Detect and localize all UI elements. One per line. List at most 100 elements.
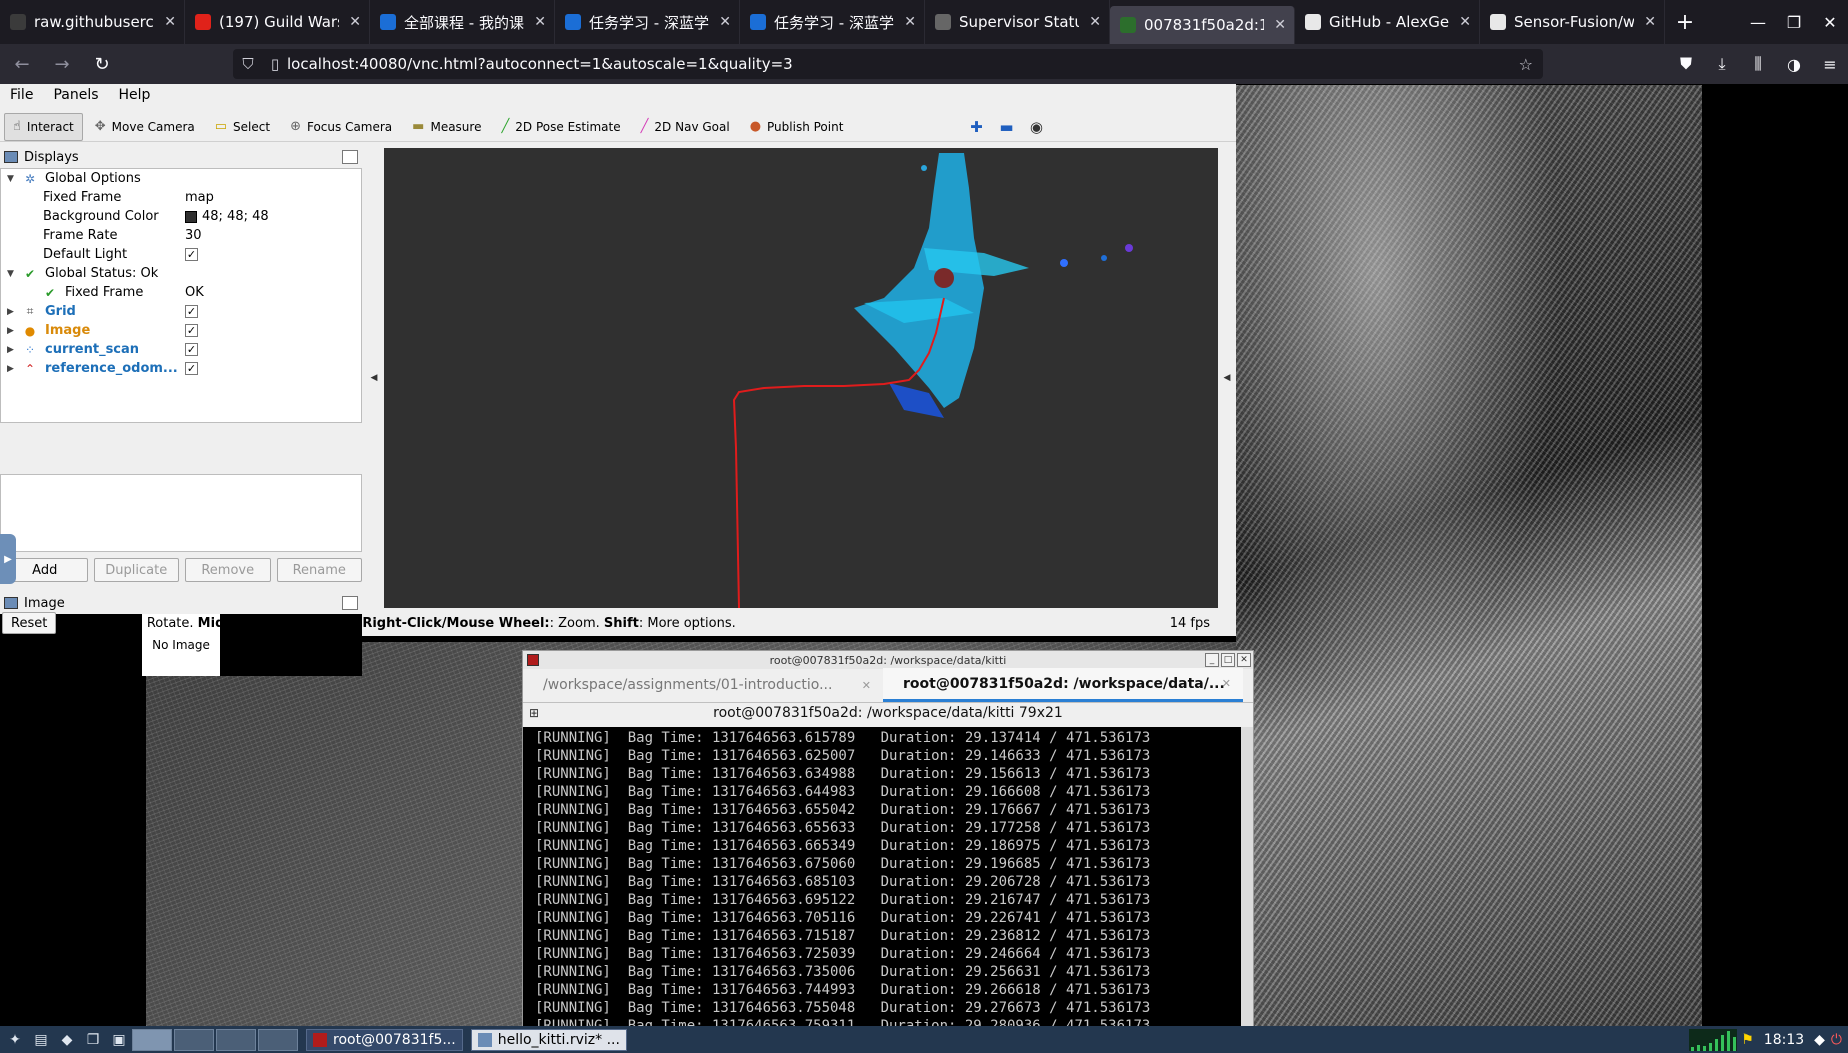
remove-tool-icon[interactable]: ▬ — [991, 118, 1021, 136]
pocket-icon[interactable]: ⛊ — [1668, 54, 1704, 74]
tab-close-icon[interactable]: ✕ — [349, 14, 361, 30]
tree-fixed-frame[interactable]: Fixed Frame map — [1, 188, 361, 207]
minimize-icon[interactable]: — — [1740, 0, 1776, 44]
taskbar-task[interactable]: hello_kitti.rviz* ... — [470, 1028, 627, 1051]
tree-status-fixed-frame[interactable]: ✔ Fixed Frame OK — [1, 283, 361, 302]
terminal-tab[interactable]: /workspace/assignments/01-introductio...… — [523, 668, 883, 702]
reset-button[interactable]: Reset — [2, 612, 57, 634]
restore-icon[interactable]: ❐ — [1776, 0, 1812, 44]
workspace-2[interactable] — [174, 1028, 214, 1051]
frame-rate-value[interactable]: 30 — [185, 228, 202, 243]
side-panel-handle[interactable]: ▶ — [0, 534, 16, 584]
tab-close-icon[interactable]: ✕ — [1089, 14, 1101, 30]
page-icon[interactable]: ▯ — [263, 55, 287, 73]
3d-viewport[interactable] — [384, 148, 1218, 608]
browser-tab[interactable]: (197) Guild Wars 2 | ✕ — [185, 0, 370, 44]
terminal-launcher-icon[interactable]: ▤ — [30, 1030, 52, 1050]
default-light-checkbox[interactable]: ✓ — [185, 248, 198, 261]
tree-default-light[interactable]: Default Light ✓ — [1, 245, 361, 264]
workspace-1[interactable] — [132, 1028, 172, 1051]
add-tool-icon[interactable]: ✚ — [961, 118, 991, 136]
tool-button[interactable]: ╱ 2D Nav Goal — [633, 113, 738, 141]
split-view-icon[interactable]: ⊞ — [529, 706, 539, 720]
workspace-3[interactable] — [216, 1028, 256, 1051]
tab-close-icon[interactable]: ✕ — [164, 14, 176, 30]
browser-tab[interactable]: 007831f50a2d:1 - n ✕ — [1110, 6, 1295, 44]
library-icon[interactable]: ⫼ — [1740, 54, 1776, 74]
tree-frame-rate[interactable]: Frame Rate 30 — [1, 226, 361, 245]
url-text[interactable]: localhost:40080/vnc.html?autoconnect=1&a… — [287, 55, 793, 73]
view-eye-icon[interactable]: ◉ — [1021, 118, 1051, 136]
start-menu-icon[interactable]: ✦ — [4, 1030, 26, 1050]
browser-tab[interactable]: 任务学习 - 深蓝学院 ✕ — [740, 0, 925, 44]
tab-close-icon[interactable]: ✕ — [862, 679, 871, 692]
grid-checkbox[interactable]: ✓ — [185, 305, 198, 318]
workspace-4[interactable] — [258, 1028, 298, 1051]
flag-icon[interactable]: ⚑ — [1741, 1032, 1754, 1048]
tool-button[interactable]: ▭ Select — [207, 113, 278, 141]
terminal-output[interactable]: [RUNNING] Bag Time: 1317646563.615789 Du… — [523, 727, 1243, 1027]
files-launcher-icon[interactable]: ◆ — [56, 1030, 78, 1050]
tool-button[interactable]: ✥ Move Camera — [87, 113, 203, 141]
collapse-left-icon[interactable]: ◀ — [364, 148, 384, 608]
downloads-icon[interactable]: ⤓ — [1704, 54, 1740, 74]
expand-icon[interactable]: ▼ — [7, 174, 17, 184]
tab-close-icon[interactable]: ✕ — [719, 14, 731, 30]
menu-item[interactable]: Panels — [43, 87, 108, 103]
tool-button[interactable]: ● Publish Point — [742, 113, 852, 141]
tree-global-options[interactable]: ▼ ✲ Global Options — [1, 169, 361, 188]
tree-background-color[interactable]: Background Color 48; 48; 48 — [1, 207, 361, 226]
remove-button[interactable]: Remove — [185, 558, 271, 582]
collapse-icon[interactable]: ▶ — [7, 326, 17, 336]
reference-odom-checkbox[interactable]: ✓ — [185, 362, 198, 375]
collapse-icon[interactable]: ▶ — [7, 364, 17, 374]
browser-tab[interactable]: Sensor-Fusion/work ✕ — [1480, 0, 1665, 44]
browser-tab[interactable]: 全部课程 - 我的课程 ✕ — [370, 0, 555, 44]
expand-icon[interactable]: ▼ — [7, 269, 17, 279]
close-icon[interactable]: ✕ — [1237, 653, 1251, 667]
menu-item[interactable]: File — [0, 87, 43, 103]
tool-button[interactable]: ╱ 2D Pose Estimate — [493, 113, 628, 141]
rename-button[interactable]: Rename — [276, 558, 362, 582]
close-icon[interactable]: ✕ — [1812, 0, 1848, 44]
new-tab-button[interactable]: + — [1665, 10, 1705, 35]
collapse-icon[interactable]: ▶ — [7, 307, 17, 317]
duplicate-button[interactable]: Duplicate — [93, 558, 179, 582]
menu-icon[interactable]: ≡ — [1812, 55, 1848, 74]
exit-icon[interactable]: ⏻ — [1831, 1032, 1842, 1048]
tab-close-icon[interactable]: ✕ — [904, 14, 916, 30]
tree-image[interactable]: ▶ ● Image ✓ — [1, 321, 361, 340]
desktop-icon[interactable]: ▣ — [108, 1030, 130, 1050]
current-scan-checkbox[interactable]: ✓ — [185, 343, 198, 356]
terminal-tab[interactable]: root@007831f50a2d: /workspace/data/... ✕ — [883, 668, 1243, 702]
browser-tab[interactable]: raw.githubuserconten ✕ — [0, 0, 185, 44]
browser-tab[interactable]: Supervisor Status ✕ — [925, 0, 1110, 44]
forward-icon[interactable]: → — [44, 48, 80, 80]
float-panel-icon[interactable] — [342, 596, 358, 610]
minimize-icon[interactable]: _ — [1205, 653, 1219, 667]
tool-button[interactable]: ▬ Measure — [404, 113, 489, 141]
tree-current-scan[interactable]: ▶ ⁘ current_scan ✓ — [1, 340, 361, 359]
tool-button[interactable]: ☝ Interact — [4, 112, 83, 141]
tab-close-icon[interactable]: ✕ — [534, 14, 546, 30]
browser-tab[interactable]: 任务学习 - 深蓝学院 ✕ — [555, 0, 740, 44]
browser-tab[interactable]: GitHub - AlexGeCon ✕ — [1295, 0, 1480, 44]
tree-grid[interactable]: ▶ ⌗ Grid ✓ — [1, 302, 361, 321]
tab-close-icon[interactable]: ✕ — [1222, 677, 1231, 690]
maximize-icon[interactable]: □ — [1221, 653, 1235, 667]
tool-button[interactable]: ⊕ Focus Camera — [282, 113, 400, 141]
taskbar-task[interactable]: root@007831f5... — [306, 1028, 463, 1051]
terminal-scrollbar[interactable] — [1241, 727, 1253, 1027]
menu-item[interactable]: Help — [109, 87, 161, 103]
reload-icon[interactable]: ↻ — [84, 48, 120, 80]
tab-close-icon[interactable]: ✕ — [1459, 14, 1471, 30]
shield-icon[interactable]: ⛉ — [233, 55, 263, 73]
tab-close-icon[interactable]: ✕ — [1274, 17, 1286, 33]
back-icon[interactable]: ← — [4, 48, 40, 80]
collapse-icon[interactable]: ▶ — [7, 345, 17, 355]
tree-reference-odom[interactable]: ▶ ⌃ reference_odom... ✓ — [1, 359, 361, 378]
background-color-value[interactable]: 48; 48; 48 — [185, 209, 269, 224]
image-checkbox[interactable]: ✓ — [185, 324, 198, 337]
collapse-right-icon[interactable]: ◀ — [1218, 148, 1236, 608]
extension-icon[interactable]: ◑ — [1776, 55, 1812, 74]
